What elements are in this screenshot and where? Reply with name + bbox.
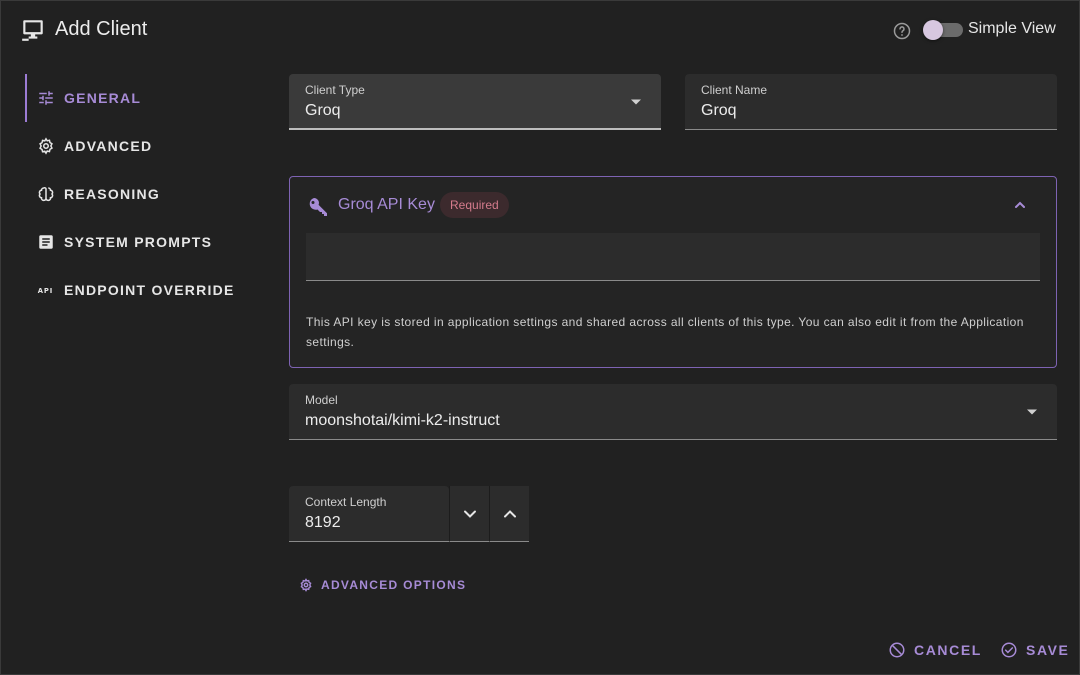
brain-icon: [37, 185, 55, 203]
help-icon[interactable]: [892, 21, 912, 41]
toggle-thumb: [923, 20, 943, 40]
dialog-header: Add Client Simple View: [1, 1, 1080, 59]
api-key-hint: This API key is stored in application se…: [306, 315, 1024, 349]
add-client-dialog: Add Client Simple View General Advanced: [0, 0, 1080, 675]
api-key-panel: Groq API Key Required This API key is st…: [289, 176, 1057, 368]
simple-view-toggle[interactable]: [923, 20, 963, 40]
api-key-title: Groq API Key: [338, 196, 435, 213]
sidebar-item-advanced[interactable]: Advanced: [25, 122, 265, 170]
sidebar-item-reasoning[interactable]: Reasoning: [25, 170, 265, 218]
context-length-field[interactable]: Context Length 8192: [289, 486, 449, 542]
gear-icon: [37, 137, 55, 155]
key-icon: [309, 198, 327, 216]
client-name-label: Client Name: [701, 83, 768, 97]
cancel-button[interactable]: Cancel: [888, 641, 982, 659]
cancel-label: Cancel: [914, 642, 982, 658]
sidebar-item-label: Advanced: [64, 138, 153, 154]
sidebar-item-label: General: [64, 90, 142, 106]
cancel-icon: [889, 642, 905, 658]
save-button[interactable]: Save: [1000, 641, 1070, 659]
client-type-value: Groq: [305, 102, 341, 119]
model-value: moonshotai/kimi-k2-instruct: [305, 412, 500, 429]
monitor-icon: [22, 20, 43, 41]
advanced-options-button[interactable]: Advanced Options: [299, 578, 466, 592]
chevron-up-icon[interactable]: [1013, 198, 1027, 212]
chevron-down-icon: [464, 510, 476, 518]
client-name-value: Groq: [701, 102, 737, 119]
sidebar-item-label: Reasoning: [64, 186, 161, 202]
api-icon: API: [37, 281, 55, 299]
svg-text:API: API: [38, 287, 54, 295]
sidebar-item-label: Endpoint Override: [64, 282, 235, 298]
context-length-label: Context Length: [305, 495, 387, 509]
required-badge: Required: [440, 192, 509, 218]
api-key-input[interactable]: [306, 233, 1040, 281]
gear-icon: [300, 578, 312, 592]
dialog-title: Add Client: [55, 18, 148, 40]
chevron-down-icon: [631, 99, 641, 105]
client-name-field[interactable]: Client Name Groq: [685, 74, 1057, 130]
context-length-increment-button[interactable]: [489, 486, 529, 542]
sidebar-item-system-prompts[interactable]: System Prompts: [25, 218, 265, 266]
sidebar-item-endpoint-override[interactable]: API Endpoint Override: [25, 266, 265, 314]
client-type-select[interactable]: Client Type Groq: [289, 74, 661, 130]
model-select[interactable]: Model moonshotai/kimi-k2-instruct: [289, 384, 1057, 440]
text-box-icon: [37, 233, 55, 251]
context-length-value: 8192: [305, 514, 341, 531]
save-label: Save: [1026, 642, 1070, 658]
sidebar-item-label: System Prompts: [64, 234, 213, 250]
model-label: Model: [305, 393, 338, 407]
check-circle-icon: [1001, 642, 1017, 658]
client-type-label: Client Type: [305, 83, 365, 97]
advanced-options-label: Advanced Options: [321, 578, 467, 592]
sidebar-item-general[interactable]: General: [25, 74, 265, 122]
context-length-decrement-button[interactable]: [449, 486, 489, 542]
chevron-down-icon: [1027, 409, 1037, 415]
sidebar-nav: General Advanced Reasoning System Prompt…: [25, 74, 265, 314]
simple-view-label: Simple View: [968, 20, 1056, 37]
chevron-up-icon: [504, 510, 516, 518]
tune-icon: [37, 89, 55, 107]
